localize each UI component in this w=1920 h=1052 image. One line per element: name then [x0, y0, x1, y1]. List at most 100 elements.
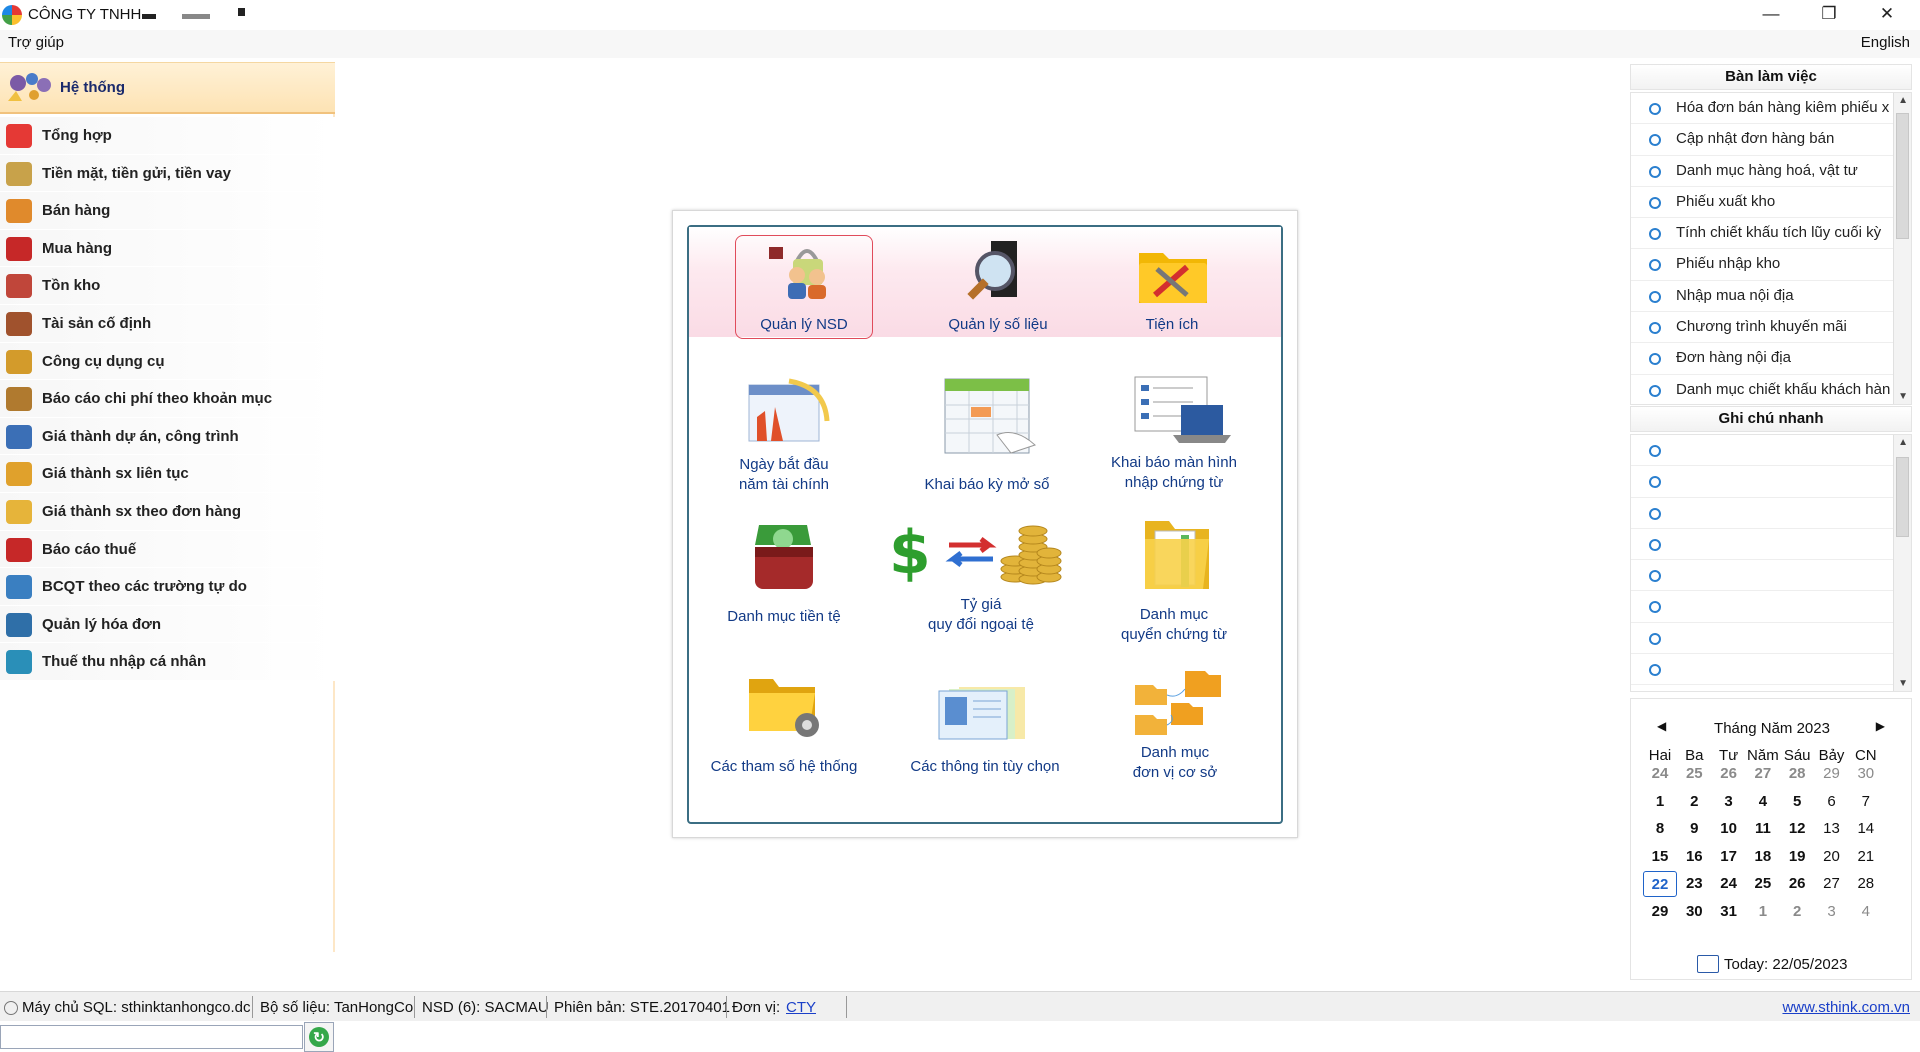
tile-data-management[interactable]: Quản lý số liệu: [931, 235, 1065, 339]
calendar-day[interactable]: 16: [1677, 844, 1711, 870]
sidebar-item[interactable]: Báo cáo chi phí theo khoản mục: [0, 380, 335, 418]
sidebar-item[interactable]: Giá thành dự án, công trình: [0, 417, 335, 456]
scroll-down-icon[interactable]: ▼: [1898, 391, 1908, 402]
calendar-day[interactable]: 28: [1780, 761, 1814, 787]
calendar-day[interactable]: 30: [1849, 761, 1883, 787]
calendar-day[interactable]: 24: [1712, 871, 1746, 897]
calendar-day[interactable]: 8: [1643, 816, 1677, 842]
minimize-button[interactable]: —: [1742, 0, 1800, 30]
scroll-thumb[interactable]: [1896, 457, 1909, 537]
sidebar-item[interactable]: Bán hàng: [0, 192, 335, 230]
workspace-item[interactable]: Tính chiết khấu tích lũy cuối kỳ: [1631, 218, 1911, 250]
status-unit-link[interactable]: CTY: [786, 999, 816, 1016]
sidebar-go-button[interactable]: ↻: [304, 1022, 334, 1052]
tile-utilities[interactable]: Tiện ích: [1105, 235, 1239, 339]
calendar-day[interactable]: 12: [1780, 816, 1814, 842]
workspace-item[interactable]: Danh mục hàng hoá, vật tư: [1631, 156, 1911, 187]
tile-system-parameters[interactable]: Các tham số hệ thống: [709, 673, 859, 775]
workspace-item[interactable]: Nhập mua nội địa: [1631, 281, 1911, 313]
workspace-item[interactable]: Phiếu nhập kho: [1631, 249, 1911, 281]
tile-user-management[interactable]: Quản lý NSD: [737, 235, 871, 339]
sidebar-header-system[interactable]: Hệ thống: [0, 62, 335, 114]
workspace-item[interactable]: Chương trình khuyến mãi: [1631, 312, 1911, 344]
workspace-item[interactable]: Đơn hàng nội địa: [1631, 343, 1911, 375]
quick-note-item[interactable]: [1631, 466, 1911, 498]
calendar-day[interactable]: 7: [1849, 789, 1883, 815]
calendar-day[interactable]: 14: [1849, 816, 1883, 842]
close-button[interactable]: ✕: [1858, 0, 1916, 30]
calendar-day[interactable]: 3: [1815, 899, 1849, 925]
calendar-day[interactable]: 30: [1677, 899, 1711, 925]
workspace-item[interactable]: Danh mục chiết khấu khách hàn: [1631, 375, 1911, 404]
calendar-day[interactable]: 25: [1746, 871, 1780, 897]
tile-custom-options[interactable]: Các thông tin tùy chọn: [895, 683, 1075, 775]
scroll-down-icon[interactable]: ▼: [1898, 678, 1908, 689]
today-checkbox[interactable]: [1697, 955, 1719, 973]
calendar-day[interactable]: 29: [1643, 899, 1677, 925]
sidebar-item[interactable]: Thuế thu nhập cá nhân: [0, 643, 335, 681]
tile-input-screen-config[interactable]: Khai báo màn hình nhập chứng từ: [1089, 376, 1259, 497]
quick-note-item[interactable]: [1631, 435, 1911, 467]
quick-note-item[interactable]: [1631, 654, 1911, 686]
menu-help[interactable]: Trợ giúp: [8, 34, 64, 51]
workspace-item[interactable]: Hóa đơn bán hàng kiêm phiếu x: [1631, 93, 1911, 125]
sidebar-item[interactable]: Tiền mặt, tiền gửi, tiền vay: [0, 154, 335, 193]
sidebar-item[interactable]: Tài sản cố định: [0, 304, 335, 343]
calendar-day[interactable]: 26: [1712, 761, 1746, 787]
calendar-day[interactable]: 3: [1712, 789, 1746, 815]
sidebar-item[interactable]: Công cụ dụng cụ: [0, 342, 335, 381]
calendar-day[interactable]: 25: [1677, 761, 1711, 787]
today-label[interactable]: Today: 22/05/2023: [1724, 956, 1847, 973]
sidebar-item[interactable]: Báo cáo thuế: [0, 530, 335, 569]
sidebar-item[interactable]: Giá thành sx liên tục: [0, 455, 335, 493]
notes-scrollbar[interactable]: ▲ ▼: [1893, 435, 1911, 691]
website-link[interactable]: www.sthink.com.vn: [1782, 999, 1910, 1016]
tile-currency-list[interactable]: Danh mục tiền tệ: [709, 523, 859, 643]
tile-fiscal-year-start[interactable]: Ngày bắt đầu năm tài chính: [709, 377, 859, 497]
calendar-day[interactable]: 5: [1780, 789, 1814, 815]
language-english-link[interactable]: English: [1861, 34, 1910, 51]
calendar-day[interactable]: 22: [1643, 871, 1677, 897]
calendar-day[interactable]: 4: [1849, 899, 1883, 925]
sidebar-search-input[interactable]: [0, 1025, 303, 1049]
workspace-scrollbar[interactable]: ▲ ▼: [1893, 93, 1911, 404]
calendar-day[interactable]: 10: [1712, 816, 1746, 842]
sidebar-item[interactable]: Quản lý hóa đơn: [0, 605, 335, 644]
sidebar-item[interactable]: Tổng hợp: [0, 117, 335, 155]
calendar-day[interactable]: 4: [1746, 789, 1780, 815]
scroll-thumb[interactable]: [1896, 113, 1909, 239]
calendar-day[interactable]: 26: [1780, 871, 1814, 897]
restore-button[interactable]: ❐: [1800, 0, 1858, 30]
calendar-day[interactable]: 1: [1746, 899, 1780, 925]
calendar-day[interactable]: 9: [1677, 816, 1711, 842]
tile-exchange-rate[interactable]: $ Tỷ giá quy đổi ngoại tệ: [881, 517, 1081, 643]
calendar-day[interactable]: 31: [1712, 899, 1746, 925]
calendar-day[interactable]: 15: [1643, 844, 1677, 870]
workspace-item[interactable]: Cập nhật đơn hàng bán: [1631, 124, 1911, 156]
calendar-day[interactable]: 2: [1780, 899, 1814, 925]
tile-document-books[interactable]: Danh mục quyển chứng từ: [1099, 515, 1249, 643]
calendar-next-button[interactable]: ▶: [1876, 719, 1885, 733]
tile-ledger-period[interactable]: Khai báo kỳ mở sổ: [907, 377, 1067, 497]
quick-note-item[interactable]: [1631, 623, 1911, 655]
tile-base-units[interactable]: Danh mục đơn vị cơ sở: [1095, 669, 1255, 789]
calendar-day[interactable]: 13: [1815, 816, 1849, 842]
calendar-day[interactable]: 28: [1849, 871, 1883, 897]
calendar-day[interactable]: 23: [1677, 871, 1711, 897]
sidebar-item[interactable]: Giá thành sx theo đơn hàng: [0, 492, 335, 531]
sidebar-item[interactable]: Mua hàng: [0, 229, 335, 268]
scroll-up-icon[interactable]: ▲: [1898, 437, 1908, 448]
calendar-day[interactable]: 18: [1746, 844, 1780, 870]
scroll-up-icon[interactable]: ▲: [1898, 95, 1908, 106]
calendar-day[interactable]: 17: [1712, 844, 1746, 870]
calendar-day[interactable]: 19: [1780, 844, 1814, 870]
calendar-day[interactable]: 1: [1643, 789, 1677, 815]
quick-note-item[interactable]: [1631, 560, 1911, 592]
workspace-item[interactable]: Phiếu xuất kho: [1631, 187, 1911, 219]
calendar-day[interactable]: 29: [1815, 761, 1849, 787]
calendar-day[interactable]: 2: [1677, 789, 1711, 815]
calendar-day[interactable]: 27: [1746, 761, 1780, 787]
sidebar-item[interactable]: Tồn kho: [0, 267, 335, 305]
calendar-day[interactable]: 6: [1815, 789, 1849, 815]
calendar-day[interactable]: 20: [1815, 844, 1849, 870]
